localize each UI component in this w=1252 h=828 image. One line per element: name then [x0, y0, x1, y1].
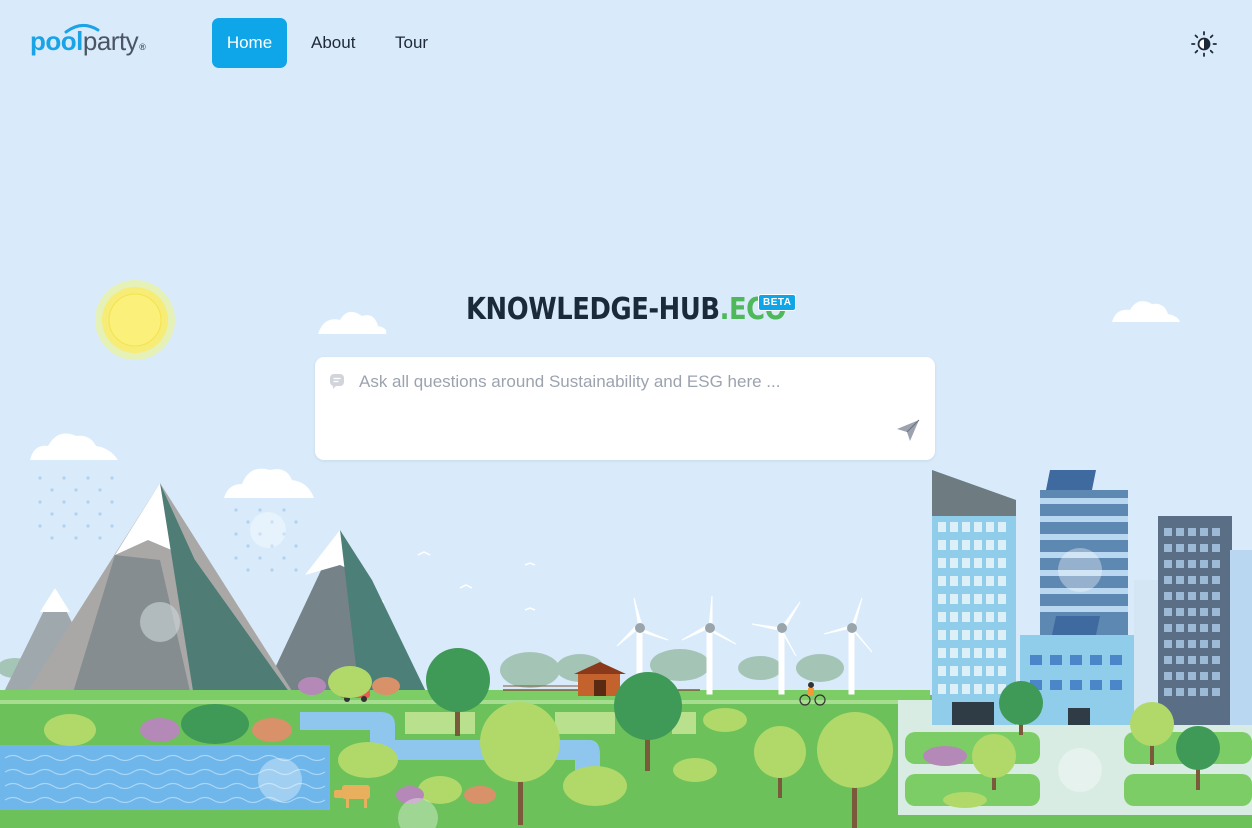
- nav-tour-link[interactable]: Tour: [395, 18, 428, 68]
- logo-swoosh-icon: [64, 24, 100, 34]
- send-icon[interactable]: [895, 417, 921, 443]
- birds-graphic: [371, 551, 536, 611]
- question-input[interactable]: [359, 369, 899, 395]
- site-title-main: KNOWLEDGE-HUB: [466, 292, 720, 327]
- hero-title: KNOWLEDGE-HUB.ECO BETA: [466, 292, 838, 332]
- chat-bubble-icon: [330, 374, 344, 389]
- beta-badge: BETA: [758, 294, 797, 311]
- nav-home-link[interactable]: Home: [212, 18, 287, 68]
- question-box: [315, 357, 935, 460]
- sun-icon[interactable]: [1190, 30, 1218, 58]
- buildings-graphic: [932, 470, 1252, 725]
- sun-graphic: [95, 280, 175, 360]
- logo-registered-mark: ®: [139, 42, 146, 52]
- site-title: KNOWLEDGE-HUB.ECO: [466, 292, 787, 327]
- page: pool party ® Home About Tour KNOWLEDGE-HUB…: [0, 0, 1252, 828]
- top-navigation: pool party ® Home About Tour: [0, 0, 1252, 90]
- nav-about-link[interactable]: About: [311, 18, 355, 68]
